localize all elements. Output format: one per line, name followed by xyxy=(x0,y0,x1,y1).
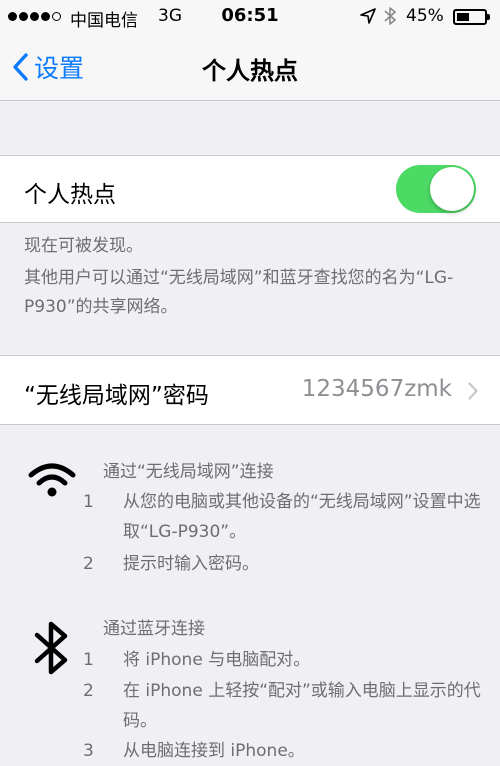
bluetooth-icon xyxy=(34,620,68,680)
battery-percent: 45% xyxy=(406,6,444,26)
step-text: 从您的电脑或其他设备的“无线局域网”设置中选取“LG-P930”。 xyxy=(123,492,481,542)
bluetooth-step: 2 在 iPhone 上轻按“配对”或输入电脑上显示的代码。 xyxy=(83,676,493,736)
wifi-password-label: “无线局域网”密码 xyxy=(24,383,209,409)
hotspot-toggle[interactable] xyxy=(396,165,476,213)
bluetooth-connect-heading: 通过蓝牙连接 xyxy=(103,619,205,639)
step-number: 2 xyxy=(83,681,94,701)
toggle-knob xyxy=(430,167,474,211)
wifi-step: 1 从您的电脑或其他设备的“无线局域网”设置中选取“LG-P930”。 xyxy=(83,487,493,547)
bluetooth-status-icon xyxy=(384,6,396,31)
step-text: 将 iPhone 与电脑配对。 xyxy=(123,650,311,670)
navigation-bar: 设置 个人热点 xyxy=(0,34,500,101)
discoverable-status: 现在可被发现。 xyxy=(24,236,143,256)
wifi-icon xyxy=(28,463,76,503)
location-icon xyxy=(360,8,376,29)
step-number: 1 xyxy=(83,492,94,512)
step-text: 在 iPhone 上轻按“配对”或输入电脑上显示的代码。 xyxy=(123,681,481,731)
step-number: 1 xyxy=(83,650,94,670)
status-bar: 中国电信 3G 06:51 45% xyxy=(0,0,500,34)
battery-fill xyxy=(457,13,469,21)
wifi-connect-heading: 通过“无线局域网”连接 xyxy=(103,462,274,482)
step-number: 3 xyxy=(83,741,94,761)
step-text: 从电脑连接到 iPhone。 xyxy=(123,741,305,761)
bluetooth-step: 1 将 iPhone 与电脑配对。 xyxy=(83,645,493,675)
step-text: 提示时输入密码。 xyxy=(123,554,259,574)
hotspot-description: 其他用户可以通过“无线局域网”和蓝牙查找您的名为“LG-P930”的共享网络。 xyxy=(24,268,454,317)
wifi-password-row[interactable]: “无线局域网”密码 1234567zmk xyxy=(0,355,500,425)
wifi-password-value: 1234567zmk xyxy=(301,376,452,402)
page-title: 个人热点 xyxy=(202,57,298,85)
battery-icon xyxy=(453,9,487,25)
hotspot-label: 个人热点 xyxy=(24,182,116,208)
chevron-right-icon xyxy=(468,382,478,404)
wifi-step: 2 提示时输入密码。 xyxy=(83,549,493,579)
bluetooth-step: 3 从电脑连接到 iPhone。 xyxy=(83,736,493,766)
step-number: 2 xyxy=(83,554,94,574)
battery-tip xyxy=(487,14,490,20)
hotspot-toggle-row: 个人热点 xyxy=(0,155,500,223)
